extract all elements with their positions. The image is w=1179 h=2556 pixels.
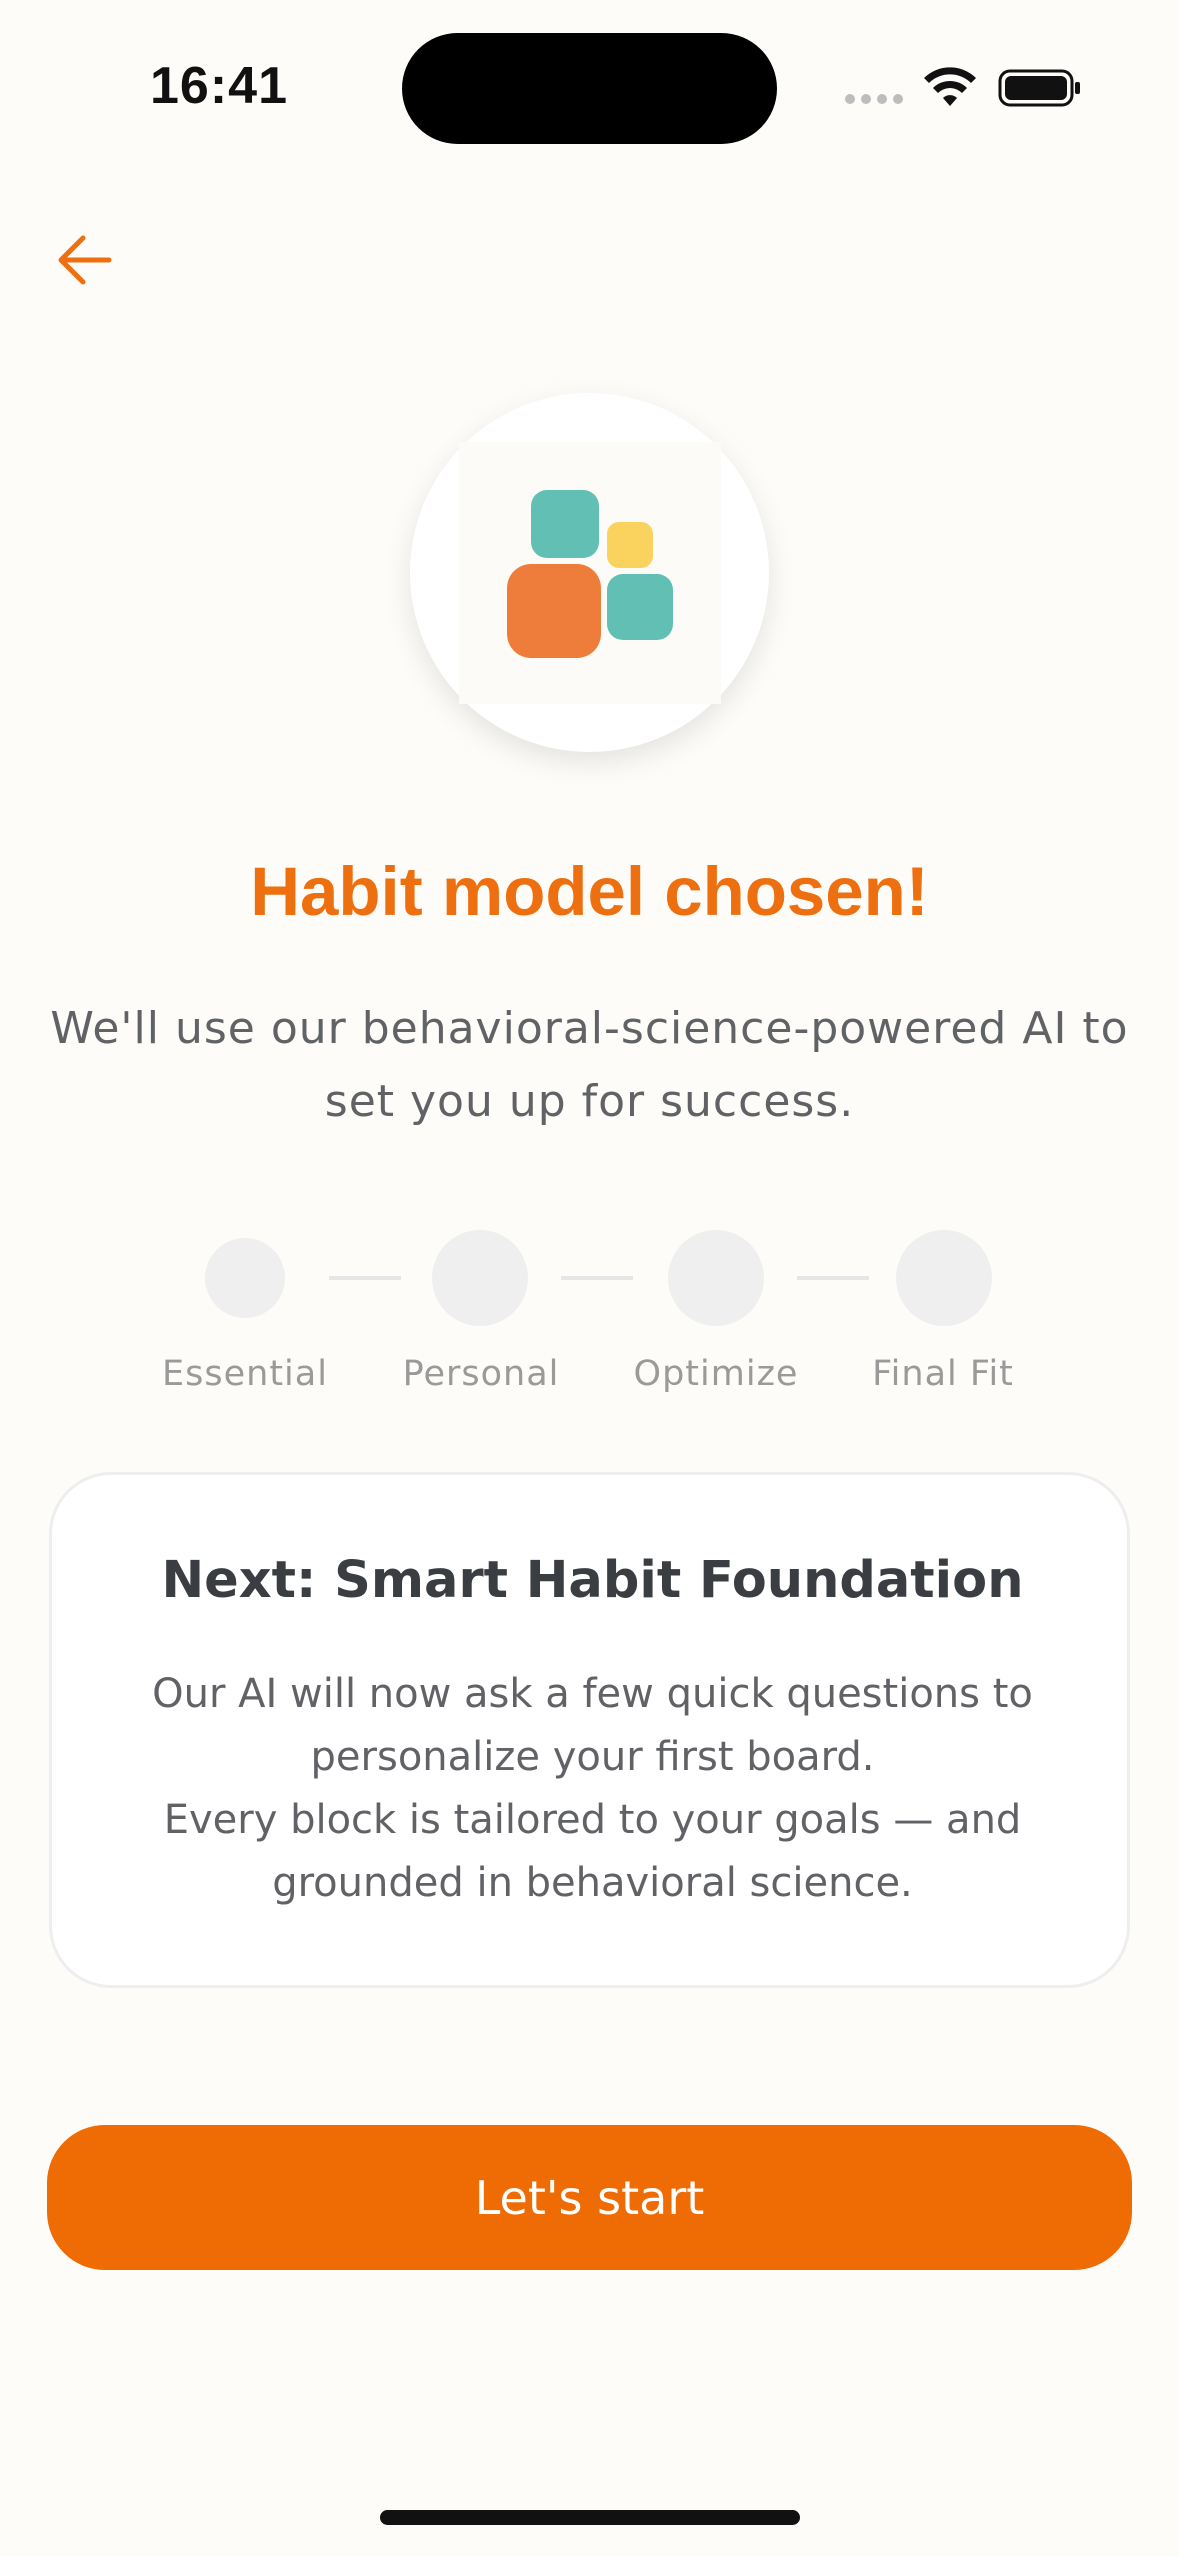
dynamic-island — [402, 33, 777, 144]
step-indicator-optimize — [668, 1230, 764, 1326]
battery-icon — [998, 69, 1080, 107]
logo-block-teal-small — [606, 573, 673, 640]
cellular-signal-icon — [845, 94, 903, 104]
step-label-final-fit: Final Fit — [872, 1354, 1014, 1394]
step-indicator-essential — [205, 1238, 285, 1318]
habit-blocks-logo-icon — [458, 441, 721, 704]
logo-block-orange — [506, 563, 601, 658]
page-subtitle: We'll use our behavioral-science-powered… — [50, 1003, 1129, 1127]
step-connector — [561, 1276, 633, 1280]
step-label-personal: Personal — [402, 1354, 560, 1394]
step-label-essential: Essential — [162, 1354, 328, 1394]
logo-badge — [410, 393, 769, 752]
step-connector — [797, 1276, 869, 1280]
card-body: Our AI will now ask a few quick question… — [112, 1663, 1073, 1915]
home-indicator — [380, 2510, 800, 2525]
lets-start-button[interactable]: Let's start — [47, 2125, 1132, 2270]
card-title: Next: Smart Habit Foundation — [161, 1551, 1024, 1610]
logo-block-yellow — [606, 521, 653, 568]
step-connector — [329, 1276, 401, 1280]
step-label-optimize: Optimize — [633, 1354, 799, 1394]
page-title: Habit model chosen! — [250, 853, 929, 930]
status-time: 16:41 — [150, 57, 288, 115]
next-step-card: Next: Smart Habit Foundation Our AI will… — [49, 1472, 1130, 1988]
card-body-line-1: Our AI will now ask a few quick question… — [152, 1671, 1033, 1780]
logo-block-teal — [530, 489, 599, 558]
back-button[interactable] — [50, 225, 120, 295]
step-indicator-final-fit — [896, 1230, 992, 1326]
card-body-line-2: Every block is tailored to your goals — … — [163, 1797, 1022, 1906]
arrow-left-icon — [58, 235, 112, 285]
step-indicator-personal — [432, 1230, 528, 1326]
wifi-icon — [924, 67, 976, 106]
